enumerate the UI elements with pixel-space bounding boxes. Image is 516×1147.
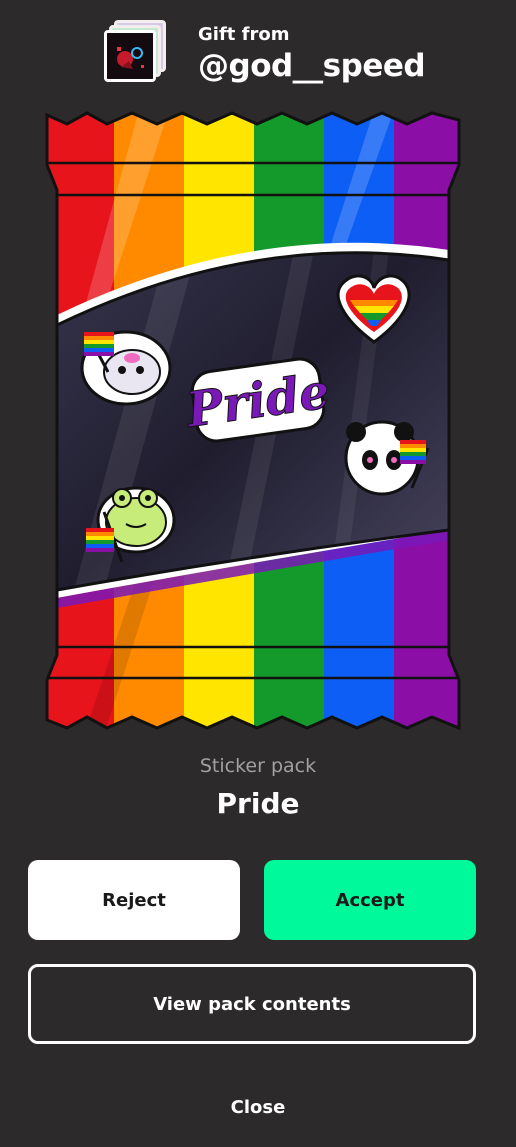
pack-name: Pride [216,787,300,820]
pack-wrapper-graphic: Pride [45,111,461,731]
accept-button[interactable]: Accept [264,860,476,940]
sender-handle: @god__speed [198,48,426,84]
pack-type-label: Sticker pack [199,755,317,777]
flag-ghost-sticker [80,330,172,406]
sticker-pack-artwork: Pride [44,110,462,735]
reject-button[interactable]: Reject [28,860,240,940]
gift-header: Gift from @god__speed [0,0,516,100]
view-pack-contents-button[interactable]: View pack contents [28,964,476,1044]
avatar-art-icon [107,33,153,79]
avatar-image [104,30,156,82]
sender-avatar [104,20,168,84]
close-button[interactable]: Close [188,1085,328,1129]
gift-from-label: Gift from [198,24,290,45]
